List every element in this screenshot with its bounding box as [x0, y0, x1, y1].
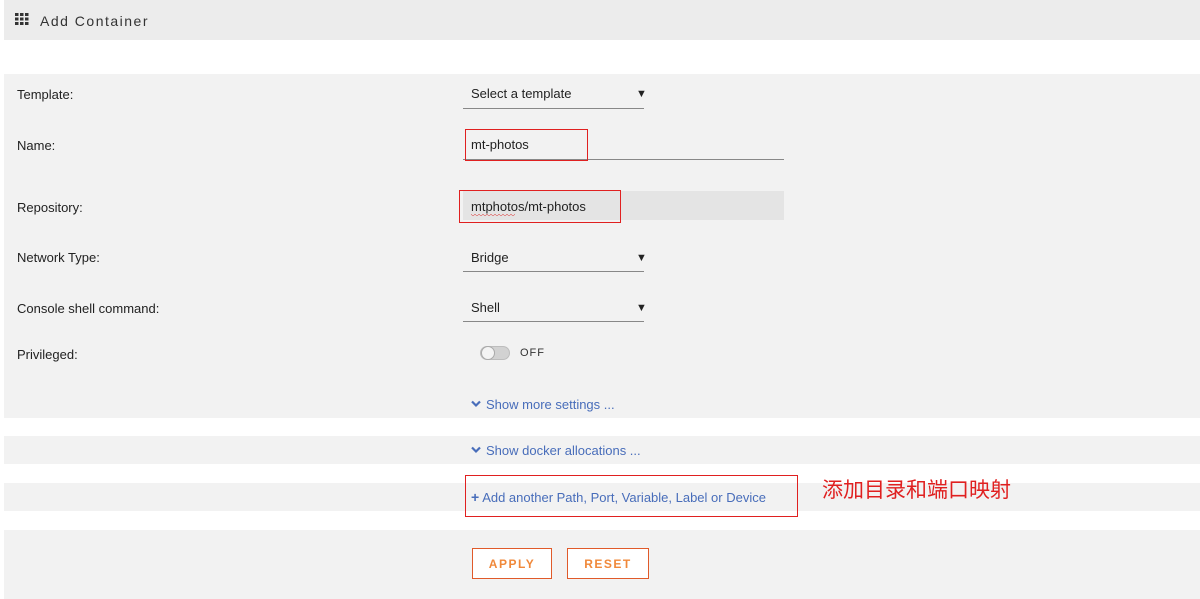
chevron-down-icon: [471, 446, 481, 454]
console-shell-underline: [463, 321, 644, 322]
apply-button[interactable]: APPLY: [472, 548, 552, 579]
grid-icon: [15, 13, 29, 25]
dropdown-arrow-icon: ▼: [636, 88, 647, 100]
name-label: Name:: [17, 138, 56, 153]
network-type-label: Network Type:: [17, 250, 100, 265]
show-more-settings-link[interactable]: Show more settings ...: [471, 397, 615, 412]
console-shell-label: Console shell command:: [17, 301, 160, 316]
show-more-settings-label: Show more settings ...: [486, 397, 615, 412]
highlight-box-name: [465, 129, 588, 161]
reset-button-label: RESET: [584, 556, 632, 571]
template-label: Template:: [17, 87, 74, 102]
privileged-toggle[interactable]: [480, 346, 510, 360]
settings-panel: [4, 74, 1200, 418]
reset-button[interactable]: RESET: [567, 548, 649, 579]
network-type-underline: [463, 271, 644, 272]
privileged-label: Privileged:: [17, 347, 78, 362]
template-underline: [463, 108, 644, 109]
privileged-state: OFF: [520, 347, 545, 359]
network-type-value: Bridge: [471, 250, 509, 265]
annotation-text: 添加目录和端口映射: [822, 478, 1011, 502]
title-bar: Add Container: [4, 0, 1200, 40]
repository-label: Repository:: [17, 200, 83, 215]
dropdown-arrow-icon: ▼: [636, 302, 647, 314]
dropdown-arrow-icon: ▼: [636, 252, 647, 264]
highlight-box-repository: [459, 190, 621, 223]
page-title: Add Container: [40, 13, 150, 29]
chevron-down-icon: [471, 400, 481, 408]
apply-button-label: APPLY: [488, 556, 536, 571]
console-shell-value: Shell: [471, 300, 500, 315]
show-docker-allocations-link[interactable]: Show docker allocations ...: [471, 443, 641, 458]
highlight-box-add-path: [465, 475, 798, 517]
toggle-knob: [481, 346, 495, 360]
template-select-value: Select a template: [471, 86, 572, 101]
show-docker-allocations-label: Show docker allocations ...: [486, 443, 641, 458]
